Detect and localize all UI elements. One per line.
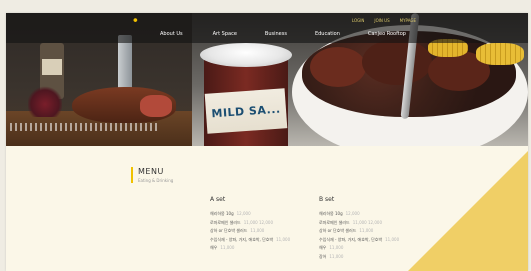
set-title: B set bbox=[319, 196, 335, 203]
list-item: 해리하몽 10g 12,000 bbox=[210, 210, 310, 219]
item-price: 11,000 bbox=[385, 236, 400, 242]
nav-item-business[interactable]: Business bbox=[265, 31, 287, 37]
item-name: 상하 or 단호박 샐러드 bbox=[319, 228, 357, 233]
item-price: 11,000 bbox=[329, 253, 344, 259]
list-item: 해리하몽 10g 12,000 bbox=[319, 210, 419, 219]
set-title: A set bbox=[210, 196, 226, 203]
item-price: 11,000 bbox=[250, 228, 265, 233]
item-price: 11,000 12,000 bbox=[352, 219, 382, 225]
steak-cut-shape bbox=[140, 95, 172, 117]
main-nav: About Us Art Space Business Education Ca… bbox=[160, 31, 406, 37]
item-name: 로마로메인 샐러드 bbox=[319, 219, 350, 225]
join-us-link[interactable]: JOIN US bbox=[374, 18, 389, 23]
sauce-jar-lid bbox=[200, 43, 292, 67]
corn-shape bbox=[476, 43, 524, 65]
set-a: A set 해리하몽 10g 12,000 로마로메인 샐러드 11,000 12,… bbox=[210, 196, 310, 253]
salt-shape bbox=[10, 123, 160, 131]
chicken-shape bbox=[362, 39, 432, 85]
list-item: 로마로메인 샐러드 11,000 12,000 bbox=[319, 219, 419, 228]
item-price: 11,000 bbox=[359, 228, 374, 233]
knife-shape bbox=[118, 35, 132, 91]
login-link[interactable]: LOGIN bbox=[352, 18, 365, 23]
sauce-jar-label: MILD SA... bbox=[204, 88, 288, 134]
item-name: 해리하몽 10g bbox=[210, 211, 234, 216]
item-price: 11,000 12,000 bbox=[243, 219, 273, 225]
item-name: 수입식재 - 양파, 가지, 애호박, 단호박 bbox=[319, 236, 383, 242]
bottle-label-shape bbox=[42, 59, 62, 75]
list-item: 수입식재 - 양파, 가지, 애호박, 단호박 11,000 bbox=[319, 236, 419, 245]
herb-shape bbox=[28, 85, 62, 117]
item-price: 11,000 bbox=[329, 245, 344, 250]
decorative-yellow-corner bbox=[408, 151, 528, 271]
menu-subtitle: Eating & Drinking bbox=[138, 178, 174, 183]
list-item: 상하 or 단호박 샐러드 11,000 bbox=[210, 227, 310, 236]
nav-item-about-us[interactable]: About Us bbox=[160, 31, 183, 37]
chicken-shape bbox=[310, 47, 366, 87]
nav-item-education[interactable]: Education bbox=[315, 31, 340, 37]
item-name: 해우 bbox=[210, 245, 218, 250]
item-name: 수입식재 - 양파, 가지, 애호박, 단호박 bbox=[210, 236, 274, 242]
item-price: 12,000 bbox=[345, 211, 360, 216]
home-icon[interactable]: ⚫ bbox=[132, 17, 139, 25]
list-item: 장어 11,000 bbox=[319, 253, 419, 262]
list-item: 해우 11,000 bbox=[210, 244, 310, 253]
top-navigation: ⚫ LOGIN JOIN US MYPAGE About Us Art Spac… bbox=[6, 13, 528, 43]
list-item: 상하 or 단호박 샐러드 11,000 bbox=[319, 227, 419, 236]
utility-links: LOGIN JOIN US MYPAGE bbox=[352, 18, 416, 23]
set-b: B set 해리하몽 10g 12,000 로마로메인 샐러드 11,000 12,… bbox=[319, 196, 419, 261]
hero-banner: MILD SA... ⚫ LOGIN JOIN US MYPAGE About … bbox=[6, 13, 528, 146]
item-name: 상하 or 단호박 샐러드 bbox=[210, 228, 248, 233]
list-item: 로마로메인 샐러드 11,000 12,000 bbox=[210, 219, 310, 228]
list-item: 해우 11,000 bbox=[319, 244, 419, 253]
menu-title: MENU bbox=[138, 167, 164, 176]
mypage-link[interactable]: MYPAGE bbox=[400, 18, 416, 23]
item-name: 해우 bbox=[319, 245, 327, 250]
nav-item-art-space[interactable]: Art Space bbox=[213, 31, 237, 37]
item-price: 11,000 bbox=[276, 236, 291, 242]
item-name: 장어 bbox=[319, 253, 327, 259]
item-name: 해리하몽 10g bbox=[319, 211, 343, 216]
list-item: 수입식재 - 양파, 가지, 애호박, 단호박 11,000 bbox=[210, 236, 310, 245]
item-price: 11,000 bbox=[220, 245, 235, 250]
item-price: 12,000 bbox=[236, 211, 251, 216]
item-name: 로마로메인 샐러드 bbox=[210, 219, 241, 225]
nav-item-canjeo-rooftop[interactable]: Canjeo Rooftop bbox=[368, 31, 406, 37]
menu-accent-bar bbox=[131, 167, 133, 183]
